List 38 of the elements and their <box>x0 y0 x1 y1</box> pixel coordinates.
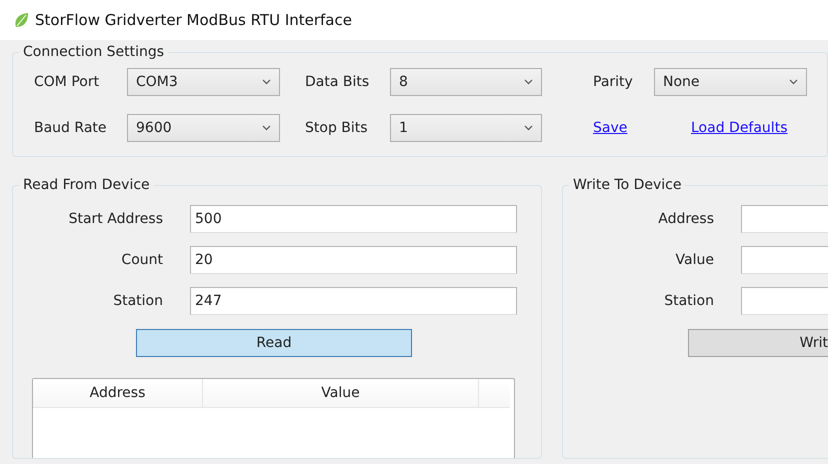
input-field[interactable] <box>741 246 828 274</box>
leaf-icon <box>14 12 29 28</box>
input-field[interactable]: 20 <box>190 246 517 274</box>
field-label: Parity <box>593 74 634 90</box>
field-label: Data Bits <box>305 74 370 90</box>
field-label: COM Port <box>34 74 100 90</box>
column-header[interactable]: Value <box>203 379 479 407</box>
field-label: Baud Rate <box>34 120 108 136</box>
window-title: StorFlow Gridverter ModBus RTU Interface <box>35 11 352 29</box>
field-label: Value <box>674 252 714 268</box>
field-label: Stop Bits <box>305 120 369 136</box>
chevron-down-icon <box>524 125 533 131</box>
chevron-down-icon <box>789 79 798 85</box>
column-header[interactable]: Address <box>33 379 203 407</box>
dropdown[interactable]: 8 <box>390 68 542 96</box>
input-field[interactable]: 500 <box>190 205 517 233</box>
chevron-down-icon <box>524 79 533 85</box>
input-field[interactable]: 247 <box>190 287 517 315</box>
dropdown[interactable]: COM3 <box>127 68 280 96</box>
field-label: Count <box>120 252 163 268</box>
field-label: Start Address <box>68 211 163 227</box>
field-label: Address <box>657 211 714 227</box>
group-title: Connection Settings <box>22 44 166 60</box>
chevron-down-icon <box>262 125 271 131</box>
field-label: Station <box>112 293 163 309</box>
save-link[interactable]: Save <box>593 120 628 136</box>
field-label: Station <box>663 293 714 309</box>
write-button[interactable]: Writ <box>688 329 828 357</box>
chevron-down-icon <box>262 79 271 85</box>
input-field[interactable] <box>741 205 828 233</box>
group-title: Read From Device <box>22 177 151 193</box>
load-defaults-link[interactable]: Load Defaults <box>691 120 788 136</box>
dropdown[interactable]: None <box>654 68 807 96</box>
dropdown[interactable]: 9600 <box>127 114 280 142</box>
dropdown[interactable]: 1 <box>390 114 542 142</box>
read-button[interactable]: Read <box>136 329 412 357</box>
group-title: Write To Device <box>572 177 682 193</box>
input-field[interactable] <box>741 287 828 315</box>
